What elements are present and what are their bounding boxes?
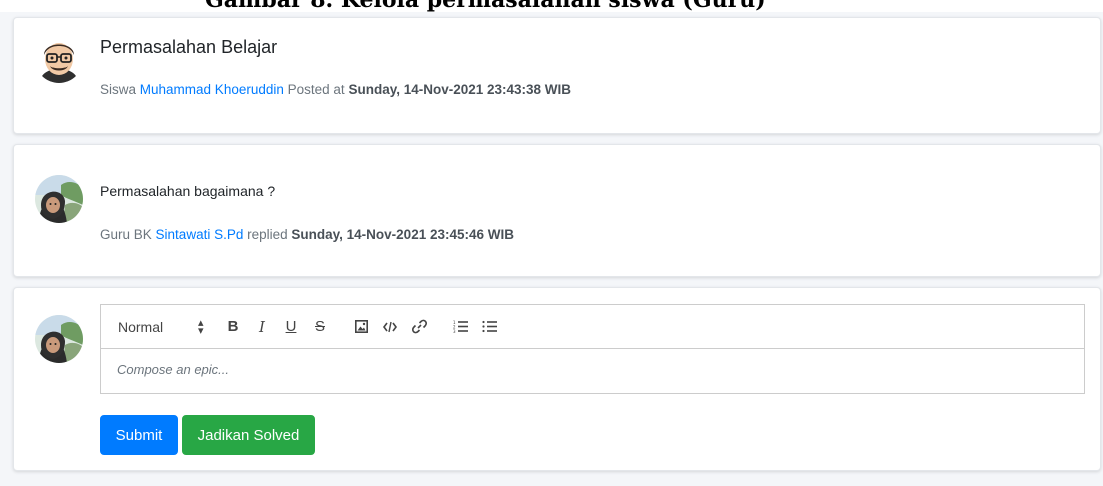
reply-author-role: Guru BK xyxy=(100,227,152,242)
current-user-avatar xyxy=(35,315,83,363)
posted-label: Posted at xyxy=(287,82,345,97)
replied-timestamp: Sunday, 14-Nov-2021 23:45:46 WIB xyxy=(291,227,514,242)
mark-solved-button[interactable]: Jadikan Solved xyxy=(182,415,315,455)
figure-caption: Gambar 8. Kelola permasalahan siswa (Gur… xyxy=(205,0,766,12)
compose-card: Normal ▴ ▾ B I U S 1 2 3 Compose an epic… xyxy=(13,287,1101,471)
select-arrows-icon: ▴ ▾ xyxy=(198,316,204,337)
link-icon[interactable] xyxy=(408,315,430,339)
italic-button[interactable]: I xyxy=(251,315,273,339)
rich-text-editor: Normal ▴ ▾ B I U S 1 2 3 Compose an epic… xyxy=(100,304,1085,394)
reply-card: Permasalahan bagaimana ? Guru BK Sintawa… xyxy=(13,144,1101,277)
teacher-name-link[interactable]: Sintawati S.Pd xyxy=(156,227,244,242)
underline-button[interactable]: U xyxy=(280,315,302,339)
svg-text:3: 3 xyxy=(453,329,456,333)
thread-meta: Siswa Muhammad Khoeruddin Posted at Sund… xyxy=(100,82,571,97)
student-name-link[interactable]: Muhammad Khoeruddin xyxy=(140,82,284,97)
strikethrough-button[interactable]: S xyxy=(309,315,331,339)
teacher-avatar xyxy=(35,175,83,223)
thread-title: Permasalahan Belajar xyxy=(100,37,278,57)
author-role: Siswa xyxy=(100,82,137,97)
thread-post-card: Permasalahan Belajar Siswa Muhammad Khoe… xyxy=(13,17,1101,134)
reply-meta: Guru BK Sintawati S.Pd replied Sunday, 1… xyxy=(100,227,514,242)
student-avatar xyxy=(35,35,83,83)
submit-button[interactable]: Submit xyxy=(100,415,178,455)
ordered-list-icon[interactable]: 1 2 3 xyxy=(449,315,471,339)
bullet-list-icon[interactable] xyxy=(478,315,500,339)
header-format-select[interactable]: Normal ▴ ▾ xyxy=(118,315,222,339)
code-block-icon[interactable] xyxy=(379,315,401,339)
compose-input[interactable]: Compose an epic... xyxy=(101,349,1084,393)
editor-toolbar: Normal ▴ ▾ B I U S 1 2 3 xyxy=(101,305,1084,349)
document-caption-strip: Gambar 8. Kelola permasalahan siswa (Gur… xyxy=(0,0,1103,12)
bold-button[interactable]: B xyxy=(222,315,244,339)
reply-message: Permasalahan bagaimana ? xyxy=(100,183,276,199)
replied-label: replied xyxy=(247,227,288,242)
image-icon[interactable] xyxy=(350,315,372,339)
header-format-value: Normal xyxy=(118,318,164,335)
posted-timestamp: Sunday, 14-Nov-2021 23:43:38 WIB xyxy=(348,82,572,97)
